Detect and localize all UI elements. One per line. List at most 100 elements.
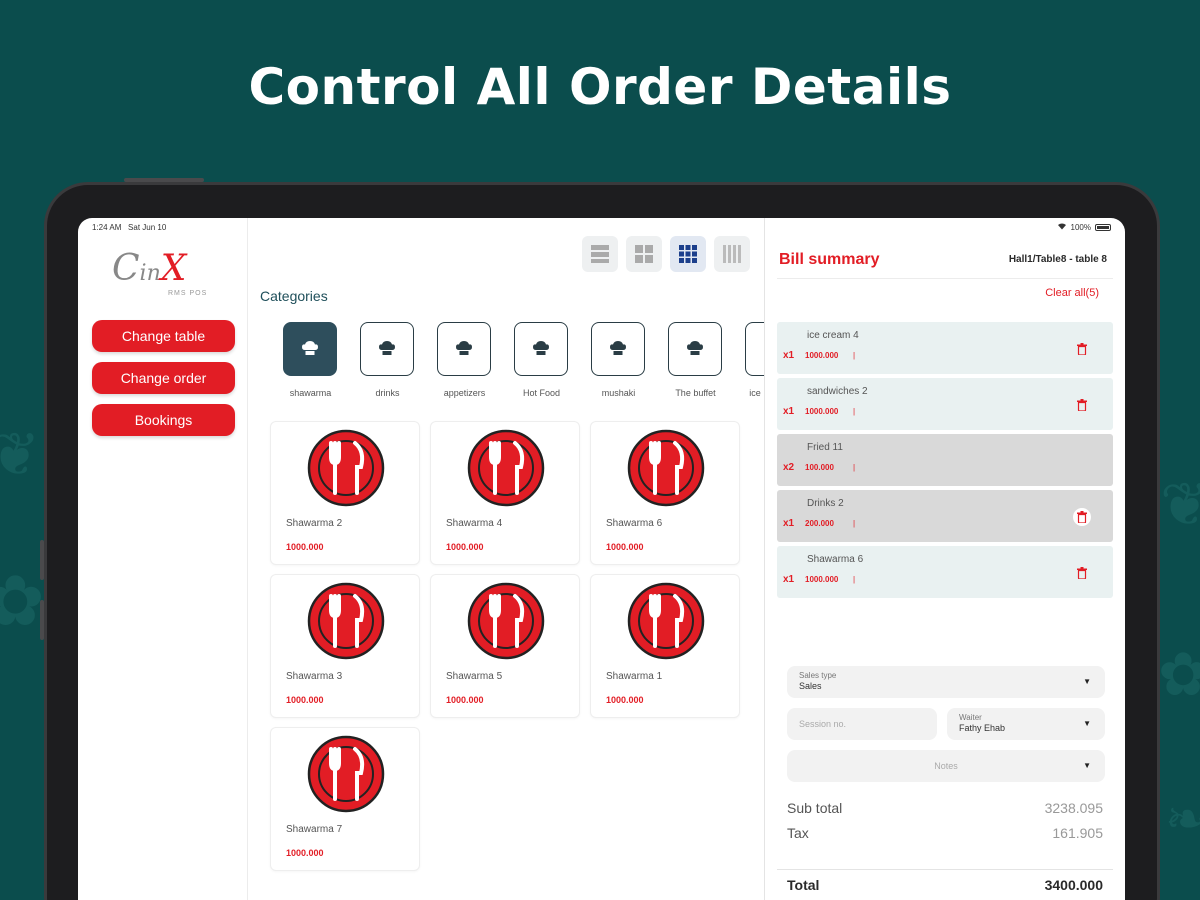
category-box	[591, 322, 645, 376]
subtotal-label: Sub total	[787, 800, 843, 816]
bill-item-qty: x1	[783, 574, 795, 585]
bill-item-separator: |	[853, 407, 856, 416]
delete-item-button[interactable]	[1073, 508, 1091, 526]
bill-item[interactable]: sandwiches 2 x1 1000.000 |	[777, 378, 1113, 430]
bookings-button[interactable]: Bookings	[92, 404, 235, 436]
bill-item-name: sandwiches 2	[807, 386, 868, 397]
trash-icon	[1077, 399, 1087, 411]
change-order-button[interactable]: Change order	[92, 362, 235, 394]
category-item-mushaki[interactable]: mushaki	[591, 322, 646, 398]
product-grid: Shawarma 2 1000.000 Shawarma 4 1000.000 …	[270, 421, 740, 871]
tablet-side-button	[40, 600, 44, 640]
category-box	[283, 322, 337, 376]
tablet-side-button	[40, 540, 44, 580]
category-label: shawarma	[289, 388, 332, 398]
product-card[interactable]: Shawarma 3 1000.000	[270, 574, 420, 718]
category-item-drinks[interactable]: drinks	[360, 322, 415, 398]
subtotal-value: 3238.095	[1044, 800, 1103, 816]
category-item-the-buffet[interactable]: The buffet	[668, 322, 723, 398]
logo-mark: CinX	[112, 248, 187, 289]
category-box	[745, 322, 765, 376]
dropdown-caret-icon: ▼	[1083, 719, 1091, 728]
dropdown-caret-icon: ▼	[1083, 761, 1091, 770]
plate-cutlery-icon	[627, 429, 705, 507]
category-item-ice[interactable]: ice	[745, 322, 765, 398]
grid-3-view-button[interactable]	[670, 236, 706, 272]
bill-item-price: 1000.000	[805, 351, 839, 360]
product-price: 1000.000	[446, 542, 484, 552]
subtotal-row: Sub total 3238.095	[787, 800, 1103, 816]
grid-3-icon	[679, 245, 697, 263]
waiter-select[interactable]: Waiter Fathy Ehab ▼	[947, 708, 1105, 740]
chef-hat-icon	[533, 341, 549, 355]
clear-all-button[interactable]: Clear all(5)	[1045, 287, 1099, 299]
bill-item-separator: |	[853, 519, 856, 528]
category-label: appetizers	[443, 388, 486, 398]
bill-item-name: Shawarma 6	[807, 554, 864, 565]
tablet-top-button	[124, 178, 204, 182]
grid-2-view-button[interactable]	[626, 236, 662, 272]
bill-item[interactable]: Fried 11 x2 100.000 |	[777, 434, 1113, 486]
session-input[interactable]: Session no.	[787, 708, 937, 740]
bill-table-label: Hall1/Table8 - table 8	[1008, 254, 1107, 265]
bill-item-qty: x1	[783, 518, 795, 529]
background-decoration: ✿	[0, 560, 45, 642]
grid-4-view-button[interactable]	[714, 236, 750, 272]
sales-type-select[interactable]: Sales type Sales ▼	[787, 666, 1105, 698]
product-card[interactable]: Shawarma 6 1000.000	[590, 421, 740, 565]
category-label: ice	[749, 388, 761, 398]
divider	[777, 278, 1113, 279]
product-name: Shawarma 2	[286, 518, 343, 529]
bill-item[interactable]: ice cream 4 x1 1000.000 |	[777, 322, 1113, 374]
notes-select[interactable]: Notes ▼	[787, 750, 1105, 782]
product-name: Shawarma 4	[446, 518, 503, 529]
product-price: 1000.000	[286, 695, 324, 705]
bill-item-price: 1000.000	[805, 575, 839, 584]
background-decoration: ❦	[0, 420, 41, 490]
product-card[interactable]: Shawarma 1 1000.000	[590, 574, 740, 718]
product-name: Shawarma 7	[286, 824, 343, 835]
change-table-button[interactable]: Change table	[92, 320, 235, 352]
plate-cutlery-icon	[467, 582, 545, 660]
category-item-hot-food[interactable]: Hot Food	[514, 322, 569, 398]
category-label: mushaki	[601, 388, 636, 398]
total-value: 3400.000	[1044, 877, 1103, 893]
bill-item-list: ice cream 4 x1 1000.000 | sandwiches 2 x…	[777, 322, 1113, 602]
bill-title: Bill summary	[779, 251, 880, 268]
waiter-label: Waiter	[959, 713, 982, 722]
total-row: Total 3400.000	[787, 877, 1103, 893]
category-item-shawarma[interactable]: shawarma	[283, 322, 338, 398]
headline: Control All Order Details	[248, 58, 952, 116]
bill-summary-panel: Bill summary Hall1/Table8 - table 8 Clea…	[764, 218, 1125, 900]
product-price: 1000.000	[446, 695, 484, 705]
plate-cutlery-icon	[307, 582, 385, 660]
bill-item[interactable]: Drinks 2 x1 200.000 |	[777, 490, 1113, 542]
product-card[interactable]: Shawarma 7 1000.000	[270, 727, 420, 871]
category-label: drinks	[375, 388, 400, 398]
bill-item-qty: x1	[783, 350, 795, 361]
product-card[interactable]: Shawarma 2 1000.000	[270, 421, 420, 565]
product-name: Shawarma 6	[606, 518, 663, 529]
bill-item-price: 200.000	[805, 519, 834, 528]
trash-icon	[1077, 567, 1087, 579]
product-card[interactable]: Shawarma 4 1000.000	[430, 421, 580, 565]
product-price: 1000.000	[286, 542, 324, 552]
category-item-appetizers[interactable]: appetizers	[437, 322, 492, 398]
tax-value: 161.905	[1052, 825, 1103, 841]
session-placeholder: Session no.	[799, 719, 847, 729]
product-price: 1000.000	[286, 848, 324, 858]
view-mode-toggles	[582, 236, 750, 272]
product-card[interactable]: Shawarma 5 1000.000	[430, 574, 580, 718]
chef-hat-icon	[456, 341, 472, 355]
bill-item-qty: x2	[783, 462, 795, 473]
product-price: 1000.000	[606, 542, 644, 552]
bill-item-name: Fried 11	[807, 442, 843, 453]
bill-item-name: ice cream 4	[807, 330, 859, 341]
delete-item-button[interactable]	[1073, 564, 1091, 582]
bill-item-price: 1000.000	[805, 407, 839, 416]
delete-item-button[interactable]	[1073, 340, 1091, 358]
delete-item-button[interactable]	[1073, 396, 1091, 414]
bill-item[interactable]: Shawarma 6 x1 1000.000 |	[777, 546, 1113, 598]
list-view-button[interactable]	[582, 236, 618, 272]
category-box	[514, 322, 568, 376]
